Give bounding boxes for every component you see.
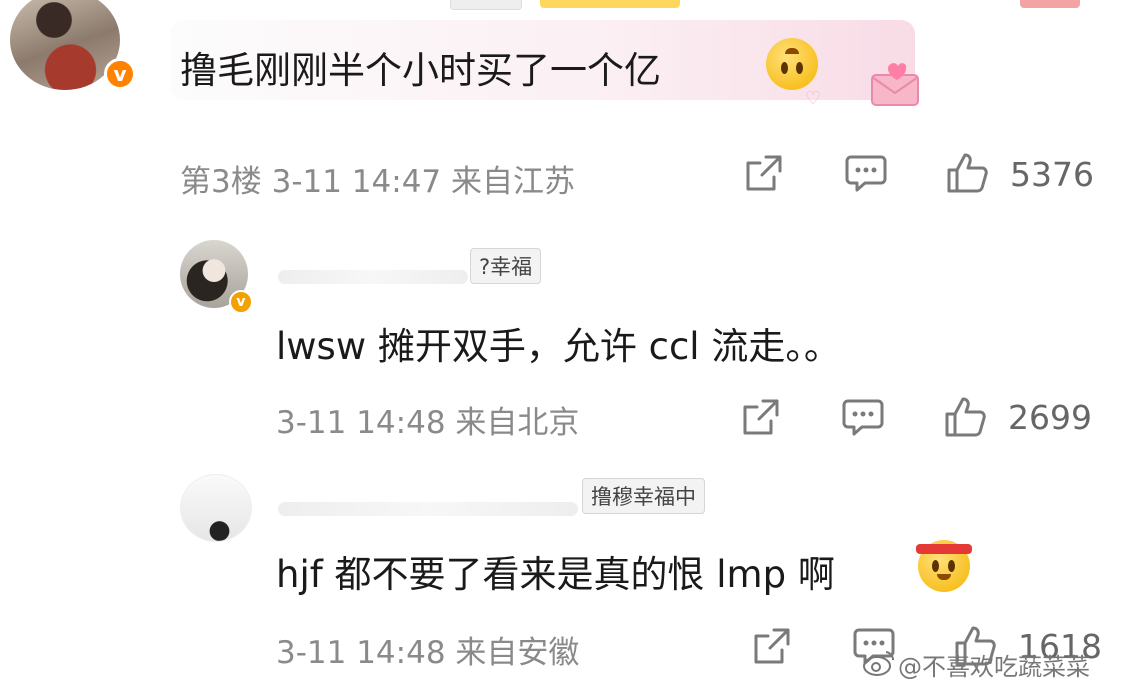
heart-envelope-icon: [860, 55, 930, 117]
cropped-chip-2: [540, 0, 680, 8]
headband-face-emoji: [916, 540, 972, 592]
share-icon[interactable]: [744, 153, 784, 193]
cropped-chip-3: [1020, 0, 1080, 8]
upside-down-face-emoji: [766, 38, 818, 90]
comment-icon[interactable]: [842, 397, 884, 437]
like-count: 5376: [1010, 155, 1094, 194]
fan-tag: ?幸福: [470, 248, 542, 284]
comment-text: 撸毛刚刚半个小时买了一个亿: [180, 49, 661, 92]
floor-number: 第3楼: [180, 164, 262, 200]
fan-tag: 撸穆幸福中: [582, 478, 705, 514]
username[interactable]: [278, 502, 578, 516]
share-icon[interactable]: [752, 626, 792, 666]
timestamp: 3-11 14:48: [276, 635, 446, 671]
location: 来自北京: [455, 405, 580, 441]
location: 来自安徽: [455, 635, 580, 671]
watermark: @不喜欢吃蔬菜菜: [898, 653, 1090, 681]
location: 来自江苏: [451, 164, 575, 200]
thumbs-up-icon[interactable]: [946, 152, 988, 194]
verified-badge-icon: v: [104, 58, 136, 90]
timestamp: 3-11 14:48: [276, 405, 446, 441]
comment-meta: 第3楼 3-11 14:47 来自江苏: [180, 156, 575, 201]
comment-text: lwsw 摊开双手，允许 ccl 流走。。: [276, 325, 841, 368]
comment-text: hjf 都不要了看来是真的恨 lmp 啊: [276, 553, 835, 596]
cropped-chip-1: [450, 0, 522, 10]
share-icon[interactable]: [741, 397, 781, 437]
comment-meta: 3-11 14:48 来自北京: [276, 397, 579, 442]
timestamp: 3-11 14:47: [271, 164, 442, 200]
comment-icon[interactable]: [845, 153, 887, 193]
verified-badge-icon: v: [229, 290, 253, 314]
thumbs-up-icon[interactable]: [944, 396, 986, 438]
comment-meta: 3-11 14:48 来自安徽: [276, 627, 579, 672]
avatar[interactable]: [180, 474, 252, 542]
like-count: 2699: [1008, 398, 1092, 437]
weibo-logo-icon: [862, 648, 896, 678]
small-heart-icon: ♡: [805, 88, 822, 109]
username[interactable]: [278, 270, 468, 284]
